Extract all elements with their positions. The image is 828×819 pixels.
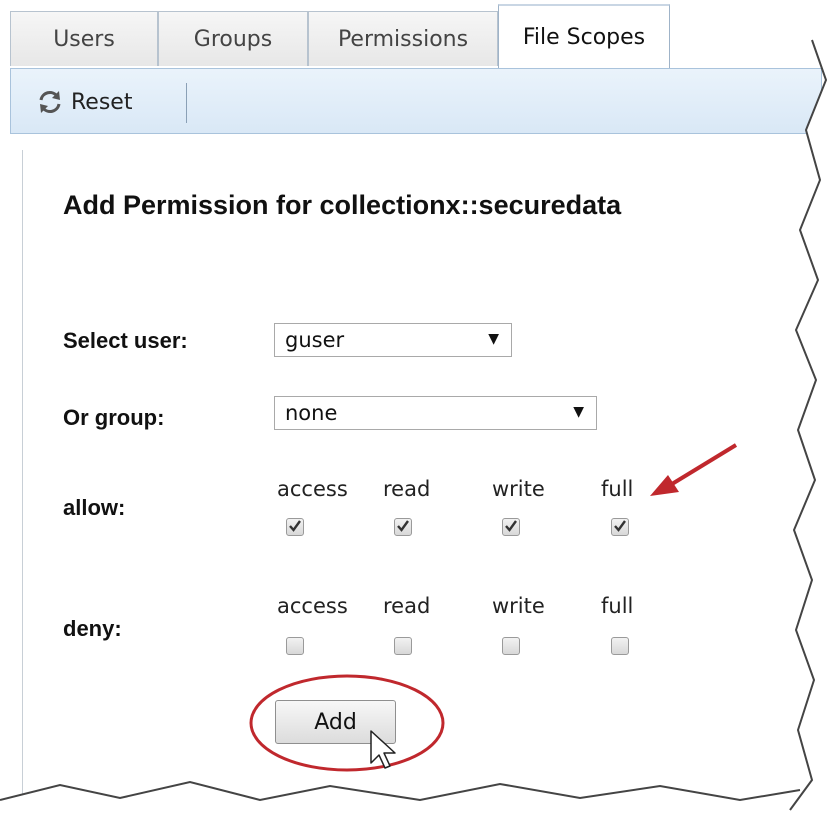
callout-arrow-head bbox=[650, 475, 679, 496]
torn-edge-bottom bbox=[0, 782, 828, 819]
annotation-overlay bbox=[0, 0, 828, 819]
callout-arrow bbox=[670, 443, 738, 486]
screenshot-frame: Users Groups Permissions File Scopes Res… bbox=[0, 0, 828, 819]
highlight-circle bbox=[249, 674, 445, 772]
mouse-cursor-icon bbox=[370, 730, 396, 769]
